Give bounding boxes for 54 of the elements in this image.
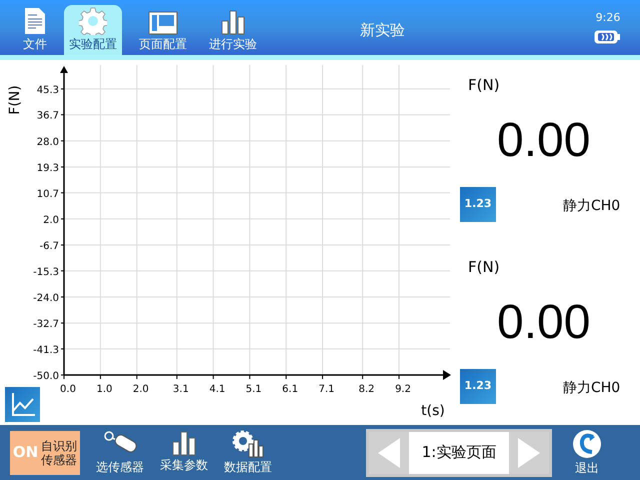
layout-icon xyxy=(148,11,178,35)
channel-name: 静力CH0 xyxy=(563,378,620,398)
toolbar-button[interactable]: 选传感器 xyxy=(92,430,148,476)
y-tick-label: -32.7 xyxy=(33,319,59,330)
meter-unit: F(N) xyxy=(468,75,501,96)
x-tick-label: 7.1 xyxy=(318,384,334,395)
x-tick-label: 5.1 xyxy=(246,384,262,395)
digital-display-button[interactable]: 1.23 xyxy=(460,186,496,222)
window-title: 新实验 xyxy=(360,20,405,41)
bar-chart-icon xyxy=(220,9,246,35)
toolbar-tab[interactable]: 进行实验 xyxy=(204,5,262,55)
x-tick-label: 1.0 xyxy=(96,384,112,395)
x-tick-label: 3.1 xyxy=(172,384,189,395)
y-tick-label: 10.7 xyxy=(36,188,59,200)
x-tick-label: 0.0 xyxy=(60,384,76,395)
y-tick-label: -41.3 xyxy=(33,344,59,356)
y-tick-label: 2.0 xyxy=(43,214,59,226)
x-tick-label: 9.2 xyxy=(395,384,411,395)
y-tick-label: 28.0 xyxy=(36,136,59,148)
meter-value: 0.00 xyxy=(497,294,592,350)
right-triangle-icon xyxy=(516,436,542,470)
clock-time: 9:26 xyxy=(596,10,620,26)
toolbar-tab[interactable]: 实验配置 xyxy=(64,5,122,55)
channel-name: 静力CH0 xyxy=(563,196,620,216)
y-tick-label: -24.0 xyxy=(33,292,59,304)
meter-value: 0.00 xyxy=(497,112,592,168)
chart-view-button[interactable] xyxy=(5,387,40,422)
y-tick-label: -50.0 xyxy=(33,371,59,382)
left-triangle-icon xyxy=(376,436,402,470)
toolbar-tab[interactable]: 页面配置 xyxy=(134,5,192,55)
y-tick-label: -6.7 xyxy=(39,241,59,252)
document-icon xyxy=(23,7,47,35)
x-tick-label: 6.1 xyxy=(282,384,298,395)
gear-icon xyxy=(79,7,107,35)
x-axis-title: t(s) xyxy=(421,403,445,419)
page-name: 1:实验页面 xyxy=(420,442,498,464)
x-tick-label: 8.2 xyxy=(358,384,375,395)
y-tick-label: 45.3 xyxy=(36,84,59,96)
next-page-button[interactable] xyxy=(509,432,549,474)
previous-page-button[interactable] xyxy=(369,432,409,474)
y-tick-label: -15.3 xyxy=(33,266,59,278)
y-axis-title: F(N) xyxy=(7,85,23,115)
toolbar-tab[interactable]: 文件 xyxy=(18,5,52,55)
gear-bars-icon xyxy=(232,430,264,458)
digital-display-button[interactable]: 1.23 xyxy=(460,368,496,404)
x-tick-label: 2.0 xyxy=(132,384,149,395)
x-tick-label: 4.1 xyxy=(209,384,226,395)
toolbar-button[interactable]: 采集参数 xyxy=(156,430,212,476)
toolbar-button[interactable]: 数据配置 xyxy=(220,430,276,476)
bar-chart-icon xyxy=(171,430,197,456)
battery-icon xyxy=(594,28,622,44)
y-tick-label: 36.7 xyxy=(36,110,59,122)
y-tick-label: 19.3 xyxy=(36,162,59,174)
meter-unit: F(N) xyxy=(468,257,501,278)
